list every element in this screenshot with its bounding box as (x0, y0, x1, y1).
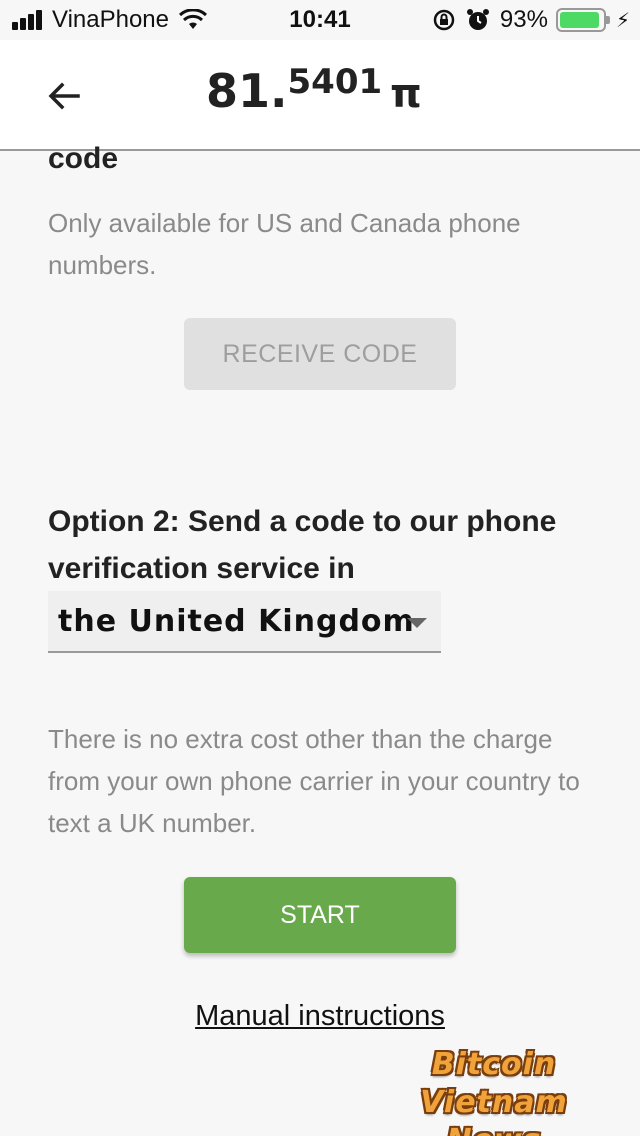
watermark-line-2: News (356, 1122, 632, 1136)
battery-icon (555, 8, 610, 32)
balance-display: 81.5401 π (206, 62, 422, 118)
country-select-value: the United Kingdom (58, 603, 415, 639)
status-right: 93% ⚡ (432, 6, 630, 34)
watermark-logo: Bitcoin Vietnam News (356, 1046, 632, 1136)
manual-instructions-link[interactable]: Manual instructions (0, 1000, 640, 1033)
orientation-lock-icon (433, 9, 455, 31)
battery-percent: 93% (499, 6, 548, 33)
option1-title-fragment: code (48, 142, 119, 175)
option1-note: Only available for US and Canada phone n… (48, 208, 521, 280)
watermark-line-1: Bitcoin Vietnam (420, 1047, 568, 1120)
charging-icon: ⚡ (615, 9, 630, 32)
alarm-icon (466, 9, 489, 30)
status-bar: VinaPhone 10:41 93% ⚡ (0, 0, 640, 40)
start-button[interactable]: START (184, 877, 456, 953)
country-select[interactable]: the United Kingdom (48, 591, 441, 653)
battery-fill (559, 12, 599, 28)
back-arrow-icon[interactable] (44, 76, 84, 116)
option2-note: There is no extra cost other than the ch… (48, 724, 580, 838)
app-header: 81.5401 π (0, 40, 640, 151)
dropdown-caret-icon (407, 618, 427, 628)
receive-code-button[interactable]: RECEIVE CODE (184, 318, 456, 390)
balance-decimal: 5401 (287, 62, 383, 102)
option2-title: Option 2: Send a code to our phone verif… (48, 505, 557, 585)
balance-integer: 81. (206, 64, 288, 118)
pi-currency-symbol: π (390, 71, 422, 117)
